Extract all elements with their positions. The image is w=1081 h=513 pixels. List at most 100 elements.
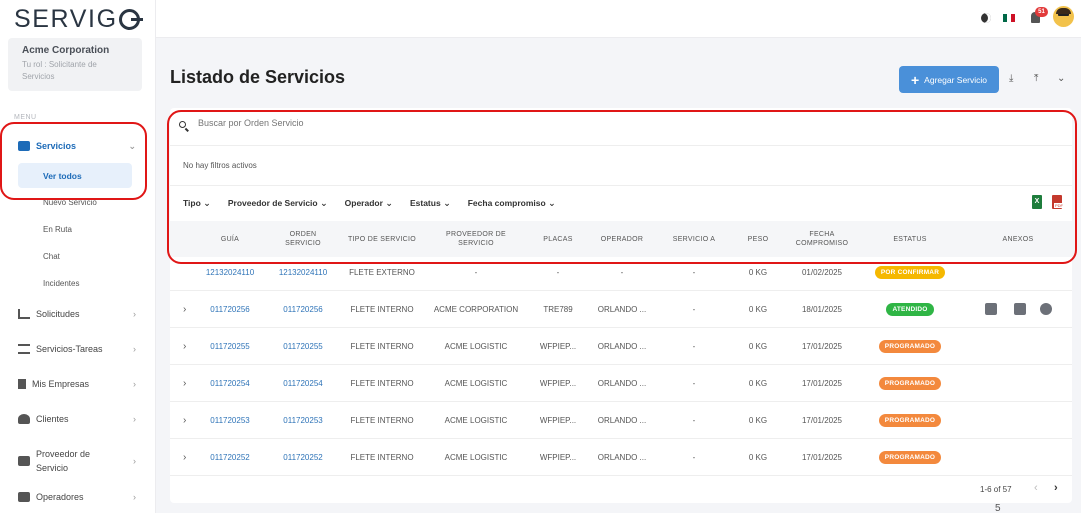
org-role: Tu rol : Solicitante de Servicios [22, 60, 97, 81]
servigo-logo[interactable]: SERVIG [14, 5, 143, 34]
upload-icon[interactable]: ⤒ [1034, 73, 1038, 84]
sidebar-subitem-incidentes[interactable]: Incidentes [43, 279, 79, 288]
sidebar-subitem-chat[interactable]: Chat [43, 252, 60, 261]
cell-tipo: FLETE INTERNO [350, 342, 414, 351]
sidebar-item-mis-empresas[interactable]: Mis Empresas › [18, 379, 136, 389]
cell-fecha: 17/01/2025 [801, 379, 843, 388]
cell-fecha: 17/01/2025 [801, 342, 843, 351]
clock-icon[interactable] [1040, 303, 1052, 315]
cell-placas: WFPIEP... [539, 342, 577, 351]
cell-orden[interactable]: 011720254 [268, 365, 338, 402]
cell-servicio_a: - [692, 379, 696, 388]
table-row[interactable]: › 011720256 011720256 FLETE INTERNO ACME COR… [170, 291, 1072, 328]
status-cell: PROGRAMADO [870, 328, 950, 365]
cell-peso: 0 KG [748, 342, 768, 351]
cell-peso: 0 KG [748, 416, 768, 425]
cell-fecha: 18/01/2025 [801, 305, 843, 314]
map-icon[interactable] [985, 303, 997, 315]
sidebar-item-clientes[interactable]: Clientes › [18, 414, 136, 424]
chevron-right-icon: › [133, 492, 136, 502]
cell-peso: 0 KG [748, 379, 768, 388]
avatar[interactable] [1053, 6, 1074, 27]
notification-badge: 51 [1035, 7, 1048, 17]
sidebar-item-label: Servicios-Tareas [36, 344, 103, 354]
status-cell: PROGRAMADO [870, 402, 950, 439]
cell-tipo: FLETE INTERNO [350, 453, 414, 462]
id-badge-icon [18, 492, 30, 502]
chevron-right-icon: › [133, 344, 136, 354]
cell-operador: ORLANDO ... [597, 416, 647, 425]
sidebar-item-label: Proveedor de Servicio [36, 449, 91, 473]
expand-row-icon[interactable]: › [183, 365, 186, 402]
status-cell: ATENDIDO [870, 291, 950, 328]
mexico-flag-icon[interactable] [1003, 14, 1015, 22]
cell-placas: WFPIEP... [539, 416, 577, 425]
cell-servicio_a: - [692, 416, 696, 425]
status-badge: POR CONFIRMAR [874, 266, 946, 279]
cell-guia[interactable]: 011720255 [200, 328, 260, 365]
cell-guia[interactable]: 011720256 [200, 291, 260, 328]
table-row[interactable]: › 011720254 011720254 FLETE INTERNO ACME LOG… [170, 365, 1072, 402]
users-icon [18, 414, 30, 424]
id-card-icon [18, 456, 30, 466]
sidebar-item-proveedor[interactable]: Proveedor de Servicio › [18, 447, 136, 475]
sidebar-item-solicitudes[interactable]: Solicitudes › [18, 309, 136, 319]
table-row[interactable]: › 011720255 011720255 FLETE INTERNO ACME LOG… [170, 328, 1072, 365]
cell-proveedor: ACME CORPORATION [433, 305, 519, 314]
cell-proveedor: ACME LOGISTIC [444, 342, 508, 351]
cell-orden[interactable]: 011720252 [268, 439, 338, 476]
cell-guia[interactable]: 011720254 [200, 365, 260, 402]
cell-peso: 0 KG [748, 305, 768, 314]
sidebar-item-label: Clientes [36, 414, 69, 424]
cell-operador: ORLANDO ... [597, 305, 647, 314]
sidebar-item-servicios-tareas[interactable]: Servicios-Tareas › [18, 344, 136, 354]
cell-guia[interactable]: 011720253 [200, 402, 260, 439]
status-cell: PROGRAMADO [870, 365, 950, 402]
chevron-down-icon[interactable]: ⌄ [1057, 73, 1065, 84]
expand-row-icon[interactable]: › [183, 439, 186, 476]
building-icon [18, 379, 26, 389]
expand-row-icon[interactable]: › [183, 402, 186, 439]
table-row[interactable]: › 011720253 011720253 FLETE INTERNO ACME LOG… [170, 402, 1072, 439]
plus-icon: + [910, 71, 920, 88]
status-badge: PROGRAMADO [878, 451, 942, 464]
cell-servicio_a: - [692, 342, 696, 351]
expand-row-icon[interactable]: › [183, 328, 186, 365]
cell-fecha: 17/01/2025 [801, 416, 843, 425]
top-bar: 51 [156, 0, 1081, 38]
cell-orden[interactable]: 011720253 [268, 402, 338, 439]
document-icon[interactable] [1014, 303, 1026, 315]
stray-text: 5 [995, 503, 1001, 513]
status-badge: PROGRAMADO [878, 377, 942, 390]
add-service-button[interactable]: + Agregar Servicio [899, 66, 999, 93]
list-icon [18, 344, 30, 354]
cell-tipo: FLETE INTERNO [350, 416, 414, 425]
chevron-left-icon[interactable]: ‹ [1034, 482, 1038, 494]
cell-operador: ORLANDO ... [597, 379, 647, 388]
moon-icon[interactable] [981, 13, 991, 23]
organization-card: Acme Corporation Tu rol : Solicitante de… [8, 38, 142, 91]
cell-operador: ORLANDO ... [597, 342, 647, 351]
chevron-right-icon: › [133, 309, 136, 319]
table-row[interactable]: › 011720252 011720252 FLETE INTERNO ACME LOG… [170, 439, 1072, 476]
menu-label: MENU [14, 114, 37, 121]
status-badge: PROGRAMADO [878, 414, 942, 427]
sidebar-item-label: Solicitudes [36, 309, 80, 319]
cell-operador: ORLANDO ... [597, 453, 647, 462]
cell-orden[interactable]: 011720256 [268, 291, 338, 328]
status-cell: PROGRAMADO [870, 439, 950, 476]
highlight-box-sidebar [0, 122, 147, 200]
chevron-right-icon: › [133, 379, 136, 389]
logo-o-icon [118, 9, 143, 30]
highlight-box-filters [167, 110, 1077, 264]
expand-row-icon[interactable]: › [183, 291, 186, 328]
chevron-right-icon[interactable]: › [1054, 482, 1058, 494]
sidebar-subitem-en-ruta[interactable]: En Ruta [43, 225, 72, 234]
cell-tipo: FLETE INTERNO [350, 305, 414, 314]
cell-guia[interactable]: 011720252 [200, 439, 260, 476]
cell-proveedor: ACME LOGISTIC [444, 379, 508, 388]
cell-orden[interactable]: 011720255 [268, 328, 338, 365]
sidebar-item-operadores[interactable]: Operadores › [18, 492, 136, 502]
cell-proveedor: ACME LOGISTIC [444, 416, 508, 425]
download-icon[interactable]: ⤓ [1009, 73, 1013, 84]
